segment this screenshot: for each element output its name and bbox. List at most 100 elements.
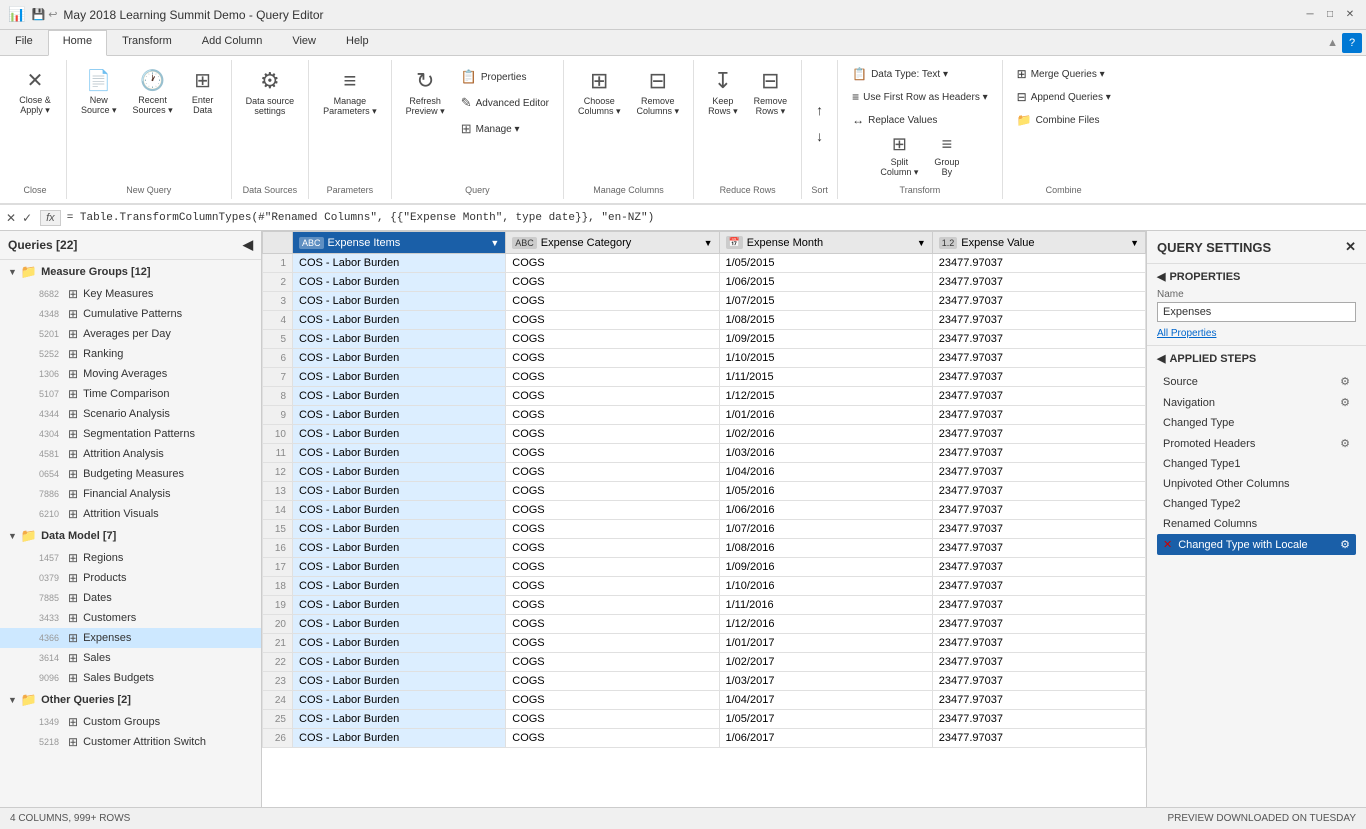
- table-row[interactable]: 19COS - Labor BurdenCOGS1/11/201623477.9…: [263, 596, 1146, 615]
- tab-file[interactable]: File: [0, 30, 48, 55]
- recent-sources-button[interactable]: 🕐 Recent Sources ▾: [127, 64, 179, 120]
- applied-step-navigation[interactable]: Navigation⚙: [1157, 392, 1356, 413]
- table-row[interactable]: 1COS - Labor BurdenCOGS1/05/201523477.97…: [263, 254, 1146, 273]
- close-button[interactable]: ✕: [1342, 7, 1358, 23]
- col-dropdown-icon[interactable]: ▼: [490, 238, 499, 248]
- table-row[interactable]: 25COS - Labor BurdenCOGS1/05/201723477.9…: [263, 710, 1146, 729]
- applied-step-promoted-headers[interactable]: Promoted Headers⚙: [1157, 433, 1356, 454]
- col-dropdown-icon[interactable]: ▼: [917, 238, 926, 248]
- query-settings-close-button[interactable]: ✕: [1345, 239, 1356, 255]
- sidebar-item-sales-budgets[interactable]: 9096 ⊞ Sales Budgets: [0, 668, 261, 688]
- minimize-button[interactable]: ─: [1302, 7, 1318, 23]
- remove-rows-button[interactable]: ⊟ Remove Rows ▾: [748, 64, 794, 121]
- help-icon[interactable]: ?: [1342, 33, 1362, 53]
- applied-step-changed-type[interactable]: Changed Type: [1157, 413, 1356, 433]
- table-row[interactable]: 26COS - Labor BurdenCOGS1/06/201723477.9…: [263, 729, 1146, 748]
- table-row[interactable]: 2COS - Labor BurdenCOGS1/06/201523477.97…: [263, 273, 1146, 292]
- table-row[interactable]: 8COS - Labor BurdenCOGS1/12/201523477.97…: [263, 387, 1146, 406]
- data-source-settings-button[interactable]: ⚙ Data source settings: [240, 64, 301, 120]
- col-dropdown-icon[interactable]: ▼: [704, 238, 713, 248]
- column-header-expense-month[interactable]: 📅 Expense Month ▼: [719, 232, 932, 254]
- formula-cancel-button[interactable]: ✕: [4, 209, 18, 227]
- sidebar-item-key-measures[interactable]: 8682 ⊞ Key Measures: [0, 284, 261, 304]
- manage-button[interactable]: ⊞ Manage ▾: [455, 118, 555, 140]
- sidebar-item-moving-averages[interactable]: 1306 ⊞ Moving Averages: [0, 364, 261, 384]
- manage-parameters-button[interactable]: ≡ Manage Parameters ▾: [317, 64, 383, 121]
- sidebar-item-cumulative-patterns[interactable]: 4348 ⊞ Cumulative Patterns: [0, 304, 261, 324]
- applied-step-renamed-columns[interactable]: Renamed Columns: [1157, 514, 1356, 534]
- column-header-expense-items[interactable]: ABC Expense Items ▼: [293, 232, 506, 254]
- table-row[interactable]: 7COS - Labor BurdenCOGS1/11/201523477.97…: [263, 368, 1146, 387]
- append-queries-button[interactable]: ⊟ Append Queries ▾: [1011, 87, 1117, 107]
- applied-step-unpivoted-other-columns[interactable]: Unpivoted Other Columns: [1157, 474, 1356, 494]
- table-row[interactable]: 14COS - Labor BurdenCOGS1/06/201623477.9…: [263, 501, 1146, 520]
- new-source-button[interactable]: 📄 New Source ▾: [75, 64, 123, 120]
- sidebar-item-expenses[interactable]: 4366 ⊞ Expenses: [0, 628, 261, 648]
- tab-view[interactable]: View: [277, 30, 331, 55]
- sidebar-item-regions[interactable]: 1457 ⊞ Regions: [0, 548, 261, 568]
- formula-confirm-button[interactable]: ✓: [20, 209, 34, 227]
- step-gear-icon[interactable]: ⚙: [1340, 375, 1350, 388]
- sidebar-item-customers[interactable]: 3433 ⊞ Customers: [0, 608, 261, 628]
- col-dropdown-icon[interactable]: ▼: [1130, 238, 1139, 248]
- table-row[interactable]: 9COS - Labor BurdenCOGS1/01/201623477.97…: [263, 406, 1146, 425]
- table-row[interactable]: 10COS - Labor BurdenCOGS1/02/201623477.9…: [263, 425, 1146, 444]
- table-row[interactable]: 20COS - Labor BurdenCOGS1/12/201623477.9…: [263, 615, 1146, 634]
- table-row[interactable]: 12COS - Labor BurdenCOGS1/04/201623477.9…: [263, 463, 1146, 482]
- column-header-expense-value[interactable]: 1.2 Expense Value ▼: [932, 232, 1145, 254]
- replace-values-button[interactable]: ↔ Replace Values: [846, 110, 943, 130]
- table-row[interactable]: 18COS - Labor BurdenCOGS1/10/201623477.9…: [263, 577, 1146, 596]
- applied-step-changed-type2[interactable]: Changed Type2: [1157, 494, 1356, 514]
- sidebar-group-other-queries[interactable]: ▼📁Other Queries [2]: [0, 688, 261, 712]
- table-row[interactable]: 5COS - Labor BurdenCOGS1/09/201523477.97…: [263, 330, 1146, 349]
- sidebar-item-attrition-analysis[interactable]: 4581 ⊞ Attrition Analysis: [0, 444, 261, 464]
- sidebar-item-budgeting-measures[interactable]: 0654 ⊞ Budgeting Measures: [0, 464, 261, 484]
- all-properties-link[interactable]: All Properties: [1157, 328, 1216, 339]
- step-gear-icon[interactable]: ⚙: [1340, 538, 1350, 551]
- table-row[interactable]: 13COS - Labor BurdenCOGS1/05/201623477.9…: [263, 482, 1146, 501]
- sort-asc-button[interactable]: ↑: [810, 99, 829, 121]
- applied-step-source[interactable]: Source⚙: [1157, 371, 1356, 392]
- table-row[interactable]: 15COS - Labor BurdenCOGS1/07/201623477.9…: [263, 520, 1146, 539]
- close-apply-button[interactable]: ✕ Close & Apply ▾: [12, 64, 58, 120]
- tab-transform[interactable]: Transform: [107, 30, 187, 55]
- sidebar-item-dates[interactable]: 7885 ⊞ Dates: [0, 588, 261, 608]
- sidebar-item-averages-per-day[interactable]: 5201 ⊞ Averages per Day: [0, 324, 261, 344]
- table-row[interactable]: 6COS - Labor BurdenCOGS1/10/201523477.97…: [263, 349, 1146, 368]
- table-row[interactable]: 23COS - Labor BurdenCOGS1/03/201723477.9…: [263, 672, 1146, 691]
- combine-files-button[interactable]: 📁 Combine Files: [1011, 110, 1106, 130]
- advanced-editor-button[interactable]: ✎ Advanced Editor: [455, 92, 555, 114]
- group-by-button[interactable]: ≡ Group By: [928, 130, 965, 182]
- properties-button[interactable]: 📋 Properties: [455, 66, 555, 88]
- keep-rows-button[interactable]: ↧ Keep Rows ▾: [702, 64, 744, 121]
- table-row[interactable]: 11COS - Labor BurdenCOGS1/03/201623477.9…: [263, 444, 1146, 463]
- sidebar-group-measure-groups[interactable]: ▼📁Measure Groups [12]: [0, 260, 261, 284]
- sidebar-item-segmentation-patterns[interactable]: 4304 ⊞ Segmentation Patterns: [0, 424, 261, 444]
- sidebar-item-financial-analysis[interactable]: 7886 ⊞ Financial Analysis: [0, 484, 261, 504]
- sidebar-item-scenario-analysis[interactable]: 4344 ⊞ Scenario Analysis: [0, 404, 261, 424]
- use-first-row-button[interactable]: ≡ Use First Row as Headers ▾: [846, 87, 994, 107]
- sidebar-item-time-comparison[interactable]: 5107 ⊞ Time Comparison: [0, 384, 261, 404]
- refresh-preview-button[interactable]: ↻ Refresh Preview ▾: [400, 64, 451, 121]
- tab-home[interactable]: Home: [48, 30, 107, 56]
- maximize-button[interactable]: □: [1322, 7, 1338, 23]
- table-row[interactable]: 4COS - Labor BurdenCOGS1/08/201523477.97…: [263, 311, 1146, 330]
- merge-queries-button[interactable]: ⊞ Merge Queries ▾: [1011, 64, 1111, 84]
- remove-columns-button[interactable]: ⊟ Remove Columns ▾: [631, 64, 686, 121]
- sidebar-group-data-model[interactable]: ▼📁Data Model [7]: [0, 524, 261, 548]
- tab-add-column[interactable]: Add Column: [187, 30, 278, 55]
- sidebar-item-customer-attrition-switch[interactable]: 5218 ⊞ Customer Attrition Switch: [0, 732, 261, 752]
- sidebar-item-attrition-visuals[interactable]: 6210 ⊞ Attrition Visuals: [0, 504, 261, 524]
- choose-columns-button[interactable]: ⊞ Choose Columns ▾: [572, 64, 627, 121]
- step-gear-icon[interactable]: ⚙: [1340, 396, 1350, 409]
- table-row[interactable]: 22COS - Labor BurdenCOGS1/02/201723477.9…: [263, 653, 1146, 672]
- applied-step-changed-type-with-locale[interactable]: ✕Changed Type with Locale⚙: [1157, 534, 1356, 555]
- sort-desc-button[interactable]: ↓: [810, 125, 829, 147]
- data-type-button[interactable]: 📋 Data Type: Text ▾: [846, 64, 954, 84]
- grid-container[interactable]: ABC Expense Items ▼ ABC Expense Category…: [262, 231, 1146, 807]
- ribbon-collapse-btn[interactable]: ▲: [1327, 37, 1338, 49]
- sidebar-collapse-button[interactable]: ◀: [243, 237, 253, 253]
- tab-help[interactable]: Help: [331, 30, 384, 55]
- sidebar-item-ranking[interactable]: 5252 ⊞ Ranking: [0, 344, 261, 364]
- applied-step-changed-type1[interactable]: Changed Type1: [1157, 454, 1356, 474]
